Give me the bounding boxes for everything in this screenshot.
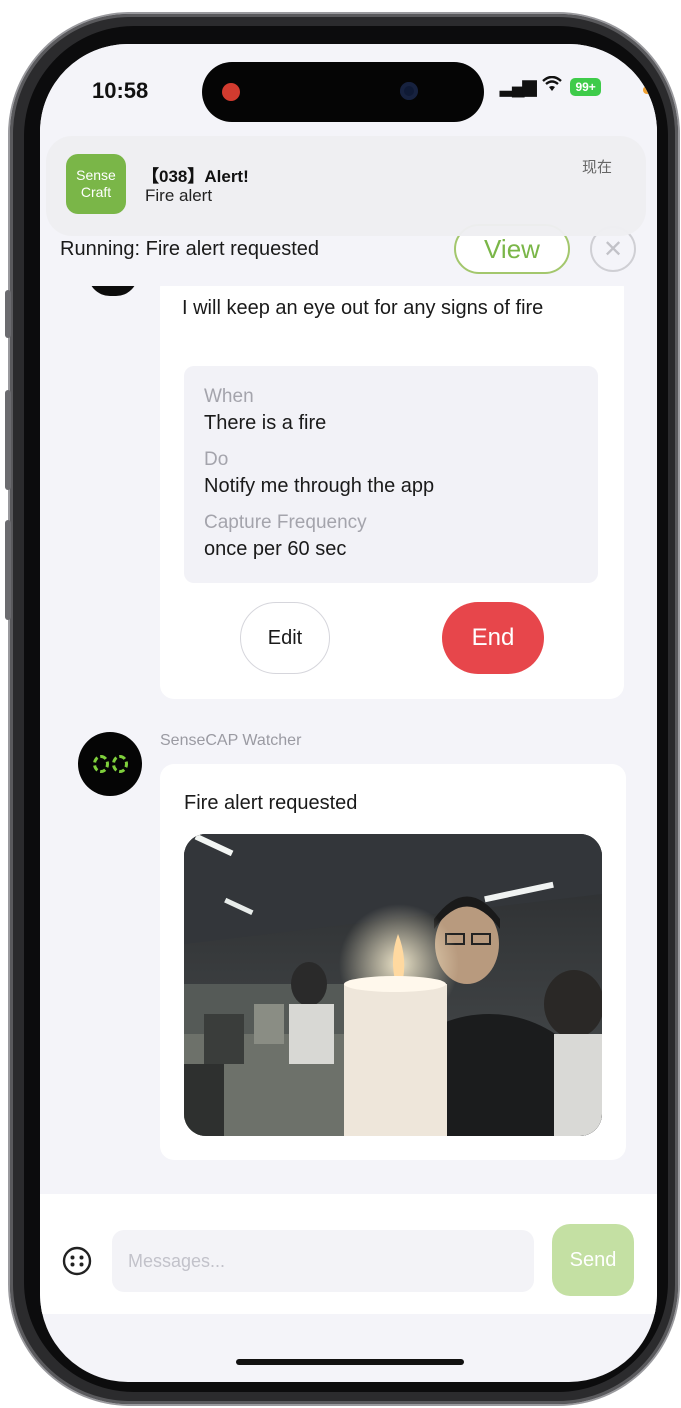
sender-name: SenseCAP Watcher bbox=[160, 732, 302, 749]
task-card: I will keep an eye out for any signs of … bbox=[160, 274, 624, 699]
app-icon-text-line2: Craft bbox=[80, 184, 112, 200]
edit-button[interactable]: Edit bbox=[240, 602, 330, 674]
notification-time: 现在 bbox=[581, 159, 612, 176]
message-text: Fire alert requested bbox=[184, 792, 358, 814]
battery-icon: 99+ bbox=[570, 77, 601, 96]
dynamic-island bbox=[202, 62, 484, 122]
task-intro-text: I will keep an eye out for any signs of … bbox=[182, 297, 544, 319]
app-icon-text-line1: Sense bbox=[76, 167, 116, 183]
sensecraft-app-icon: Sense Craft bbox=[66, 154, 126, 214]
task-details: When There is a fire Do Notify me throug… bbox=[184, 366, 598, 583]
volume-up-button bbox=[5, 390, 11, 490]
do-value: Notify me through the app bbox=[204, 475, 435, 497]
message-card: Fire alert requested bbox=[160, 764, 626, 1160]
emoji-icon[interactable] bbox=[62, 1246, 92, 1276]
wifi-icon bbox=[542, 75, 563, 97]
privacy-indicator-icon bbox=[643, 86, 651, 94]
home-indicator[interactable] bbox=[236, 1359, 464, 1365]
capture-frequency-label: Capture Frequency bbox=[204, 512, 367, 533]
bot-left-eye-icon bbox=[92, 755, 109, 773]
end-button[interactable]: End bbox=[442, 602, 544, 674]
notification-title: 【038】Alert! bbox=[142, 167, 249, 186]
recording-indicator-icon bbox=[222, 83, 240, 101]
do-label: Do bbox=[204, 449, 229, 470]
capture-frequency-value: once per 60 sec bbox=[204, 538, 347, 560]
composer-bar: Send bbox=[40, 1194, 657, 1314]
captured-photo[interactable] bbox=[184, 834, 602, 1136]
volume-down-button bbox=[5, 520, 11, 620]
status-bar: 10:58 ▂▄▆ 99+ bbox=[40, 44, 657, 134]
phone-screen: 10:58 ▂▄▆ 99+ I will keep an eye out for… bbox=[40, 44, 657, 1382]
sensecap-watcher-avatar bbox=[78, 732, 142, 796]
front-camera-icon bbox=[400, 82, 418, 100]
bot-right-eye-icon bbox=[111, 755, 128, 773]
status-time: 10:58 bbox=[92, 78, 149, 103]
send-button[interactable]: Send bbox=[552, 1224, 634, 1296]
status-icons: ▂▄▆ 99+ bbox=[500, 75, 601, 97]
cellular-signal-icon: ▂▄▆ bbox=[500, 76, 536, 96]
notification-body: Fire alert bbox=[145, 186, 213, 205]
push-notification[interactable]: Sense Craft 【038】Alert! Fire alert 现在 bbox=[46, 136, 646, 236]
mute-switch bbox=[5, 290, 11, 338]
message-input[interactable] bbox=[112, 1230, 534, 1292]
running-status-text: Running: Fire alert requested bbox=[60, 238, 320, 260]
when-value: There is a fire bbox=[204, 412, 327, 434]
when-label: When bbox=[204, 386, 254, 407]
captured-photo-illustration bbox=[184, 834, 602, 1136]
